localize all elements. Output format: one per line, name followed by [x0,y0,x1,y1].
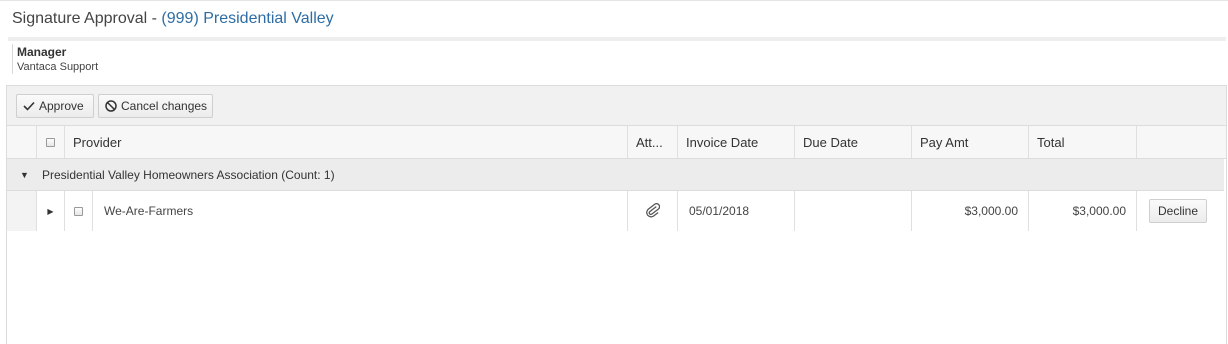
header-select-cell [36,126,64,158]
grid-header: Provider Att... Invoice Date Due Date Pa… [7,125,1226,159]
column-header-actions [1136,126,1226,158]
row-expand-toggle[interactable]: ▶ [36,191,64,231]
column-header-attachment[interactable]: Att... [627,126,677,158]
approve-button-label: Approve [39,99,84,113]
column-header-pay-amt[interactable]: Pay Amt [911,126,1028,158]
approver-name: Vantaca Support [17,61,99,73]
community-link[interactable]: (999) Presidential Valley [161,10,333,27]
page-title: Signature Approval - (999) Presidential … [12,10,334,28]
cancel-changes-button-label: Cancel changes [121,99,208,113]
row-select-cell [64,191,92,231]
page-title-prefix: Signature Approval - [12,10,162,27]
row-checkbox[interactable] [74,206,83,216]
attachment-cell [627,191,677,231]
column-header-provider[interactable]: Provider [64,126,599,158]
approve-button[interactable]: Approve [16,94,94,118]
cancel-icon [105,100,117,112]
provider-cell: We-Are-Farmers [92,191,627,231]
row-expand-cell [7,191,36,231]
expand-triangle-icon[interactable]: ▶ [47,207,53,216]
actions-cell: Decline [1136,191,1226,231]
invoice-date-cell: 05/01/2018 [677,191,794,231]
group-label: Presidential Valley Homeowners Associati… [42,168,335,182]
toolbar: Approve Cancel changes [6,85,1227,126]
cancel-changes-button[interactable]: Cancel changes [98,94,213,118]
decline-button[interactable]: Decline [1149,199,1208,223]
column-header-due-date[interactable]: Due Date [794,126,911,158]
group-row[interactable]: ▼ Presidential Valley Homeowners Associa… [7,159,1224,191]
checkmark-icon [23,101,35,111]
collapse-triangle-icon[interactable]: ▼ [20,170,29,180]
table-row[interactable]: ▶ We-Are-Farmers 05/01/2018 $3,000.00 $3… [7,191,1226,231]
due-date-cell [794,191,911,231]
paperclip-icon[interactable] [645,202,660,221]
invoice-grid: Provider Att... Invoice Date Due Date Pa… [6,125,1227,344]
column-header-total[interactable]: Total [1028,126,1136,158]
total-cell: $3,000.00 [1028,191,1136,231]
column-header-invoice-date[interactable]: Invoice Date [677,126,794,158]
title-divider [8,37,1226,41]
select-all-checkbox[interactable] [46,137,55,147]
header-expand-cell [7,126,36,158]
pay-amt-cell: $3,000.00 [911,191,1028,231]
approver-role-label: Manager [17,45,67,59]
title-bar: Signature Approval - (999) Presidential … [0,0,1228,38]
approver-info: Manager Vantaca Support [12,44,98,74]
